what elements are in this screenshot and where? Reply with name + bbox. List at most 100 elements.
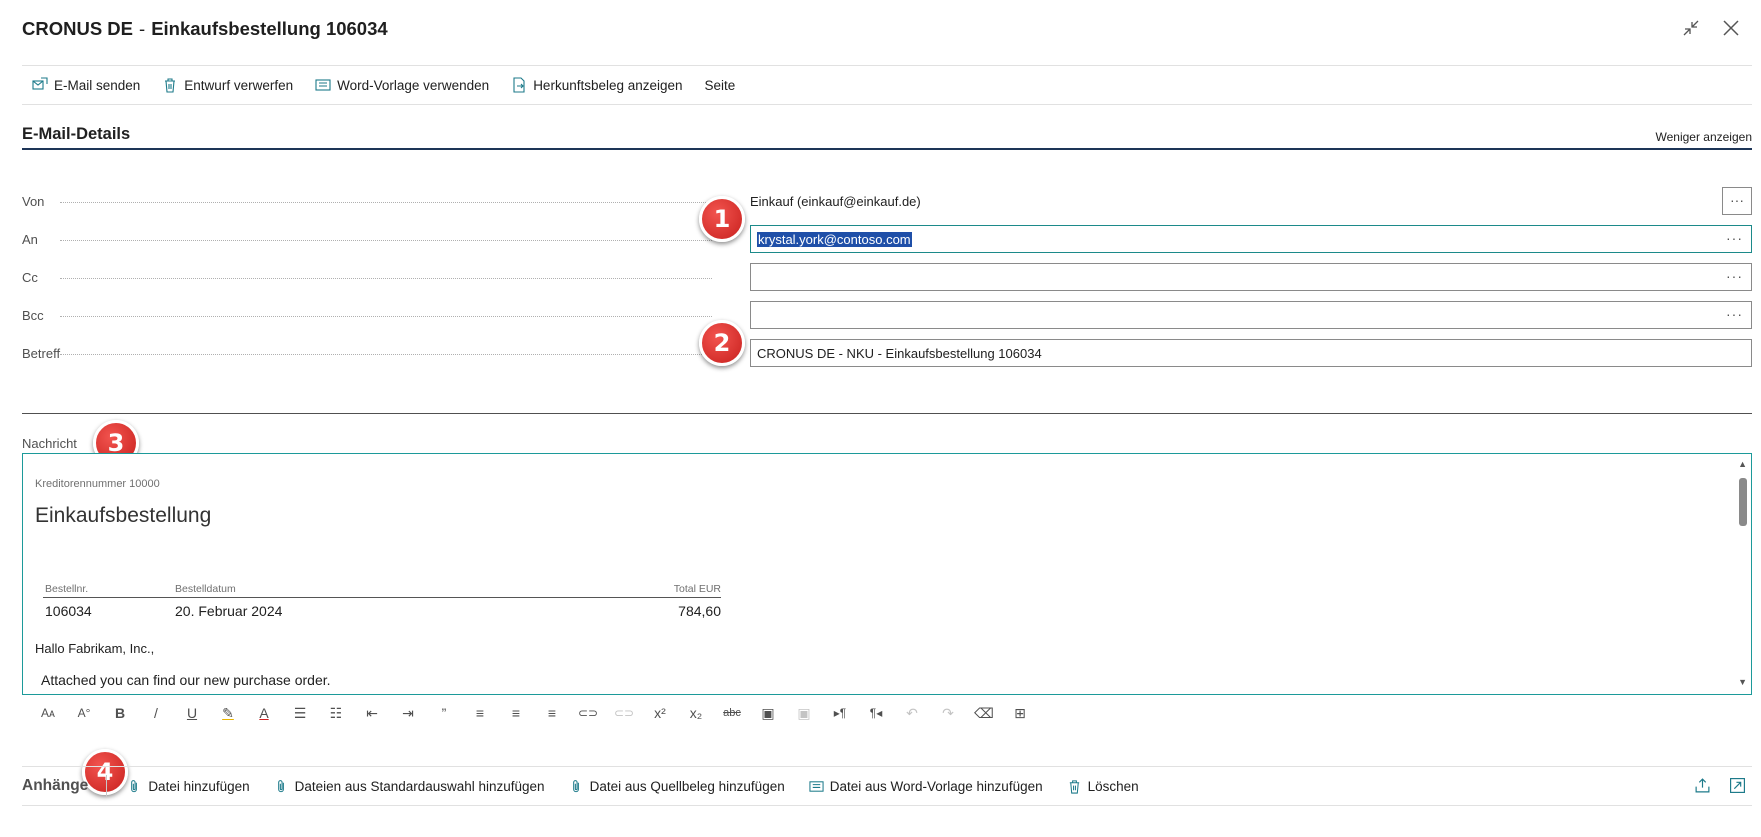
trash-icon (1069, 779, 1079, 794)
attachments-right-actions (1694, 777, 1746, 794)
attachments-title: Anhänge (22, 775, 108, 797)
insert-image-icon[interactable]: ▣ (750, 702, 786, 724)
show-less-link[interactable]: Weniger anzeigen (1655, 130, 1752, 144)
header-total: Total EUR (673, 583, 721, 595)
close-icon[interactable] (1720, 18, 1742, 40)
unlink-icon[interactable]: ⊂⊃ (606, 702, 642, 724)
add-file-button[interactable]: Datei hinzufügen (127, 778, 250, 794)
field-subject: Betreff CRONUS DE - NKU - Einkaufsbestel… (22, 339, 1752, 369)
align-center-icon[interactable]: ≡ (498, 702, 534, 724)
from-more-button[interactable]: ··· (1722, 187, 1752, 215)
use-word-template-button[interactable]: Word-Vorlage verwenden (315, 77, 489, 93)
add-word-template-file-button[interactable]: Datei aus Word-Vorlage hinzufügen (809, 779, 1043, 794)
numbered-list-icon[interactable]: ☷ (318, 702, 354, 724)
underline-icon[interactable]: U (174, 702, 210, 724)
subject-input[interactable]: CRONUS DE - NKU - Einkaufsbestellung 106… (750, 339, 1752, 367)
message-greeting: Hallo Fabrikam, Inc., (35, 641, 155, 656)
strikethrough-icon[interactable]: abc (714, 702, 750, 724)
send-mail-button[interactable]: E-Mail senden (32, 77, 140, 93)
message-label: Nachricht (22, 436, 77, 451)
cc-label: Cc (22, 270, 38, 285)
page-menu-button[interactable]: Seite (705, 78, 736, 93)
highlight-icon[interactable]: ✎ (210, 702, 246, 724)
title-bar: CRONUS DE - Einkaufsbestellung 106034 (22, 16, 1742, 50)
superscript-icon[interactable]: x² (642, 702, 678, 724)
cell-order-date: 20. Februar 2024 (175, 603, 283, 619)
align-right-icon[interactable]: ≡ (534, 702, 570, 724)
add-default-files-label: Dateien aus Standardauswahl hinzufügen (294, 778, 545, 794)
add-default-files-button[interactable]: Dateien aus Standardauswahl hinzufügen (274, 779, 545, 794)
delete-attachment-button[interactable]: Löschen (1067, 779, 1139, 794)
share-icon[interactable] (1694, 777, 1711, 794)
font-color-swatch-icon[interactable]: A° (66, 702, 102, 724)
to-value: krystal.york@contoso.com (757, 232, 912, 247)
table-icon[interactable]: ⊞ (1002, 702, 1038, 724)
add-file-label: Datei hinzufügen (148, 778, 250, 794)
bullet-list-icon[interactable]: ☰ (282, 702, 318, 724)
subject-value: CRONUS DE - NKU - Einkaufsbestellung 106… (757, 346, 1042, 361)
email-details-title: E-Mail-Details (22, 125, 131, 143)
vendor-number: Kreditorennummer 10000 (35, 478, 160, 490)
callout-badge-1: 1 (699, 196, 745, 242)
callout-badge-2: 2 (699, 320, 745, 366)
redo-icon[interactable]: ↷ (930, 702, 966, 724)
field-cc: Cc ··· (22, 263, 1752, 293)
order-table-header: Bestellnr. Bestelldatum Total EUR (43, 582, 721, 598)
font-size-icon[interactable]: Aᴀ (30, 702, 66, 724)
clear-format-icon[interactable]: ⌫ (966, 702, 1002, 724)
quote-icon[interactable]: ” (426, 702, 462, 724)
page-menu-label: Seite (704, 77, 736, 93)
bcc-label: Bcc (22, 308, 44, 323)
ltr-icon[interactable]: ▸¶ (822, 702, 858, 724)
table-row: 106034 20. Februar 2024 784,60 (43, 598, 721, 622)
rtl-icon[interactable]: ¶◂ (858, 702, 894, 724)
field-bcc: Bcc ··· (22, 301, 1752, 331)
from-leader (60, 202, 712, 203)
add-source-file-button[interactable]: Datei aus Quellbeleg hinzufügen (569, 779, 785, 794)
subject-leader (60, 354, 712, 355)
bold-icon[interactable]: B (102, 702, 138, 724)
cc-input[interactable]: ··· (750, 263, 1752, 291)
to-label: An (22, 232, 38, 247)
page-title: CRONUS DE - Einkaufsbestellung 106034 (22, 18, 388, 40)
discard-draft-button[interactable]: Entwurf verwerfen (162, 77, 293, 93)
bcc-input[interactable]: ··· (750, 301, 1752, 329)
word-template-icon (315, 79, 331, 91)
from-value: Einkauf (einkauf@einkauf.de) (750, 194, 921, 209)
message-heading: Einkaufsbestellung (35, 504, 212, 527)
scroll-up-icon[interactable]: ▲ (1738, 459, 1747, 469)
use-word-template-label: Word-Vorlage verwenden (337, 77, 490, 93)
indent-icon[interactable]: ⇥ (390, 702, 426, 724)
cc-more-button[interactable]: ··· (1726, 268, 1743, 284)
italic-icon[interactable]: / (138, 702, 174, 724)
scroll-thumb[interactable] (1739, 478, 1747, 526)
field-from: Von Einkauf (einkauf@einkauf.de) ··· (22, 187, 1752, 217)
expand-icon[interactable] (1729, 777, 1746, 794)
align-left-icon[interactable]: ≡ (462, 702, 498, 724)
send-mail-label: E-Mail senden (54, 77, 141, 93)
outdent-icon[interactable]: ⇤ (354, 702, 390, 724)
cell-order-no: 106034 (45, 603, 92, 619)
bcc-more-button[interactable]: ··· (1726, 306, 1743, 322)
document-title: Einkaufsbestellung 106034 (151, 18, 388, 39)
email-details-header: E-Mail-Details Weniger anzeigen (22, 122, 1752, 150)
link-icon[interactable]: ⊂⊃ (570, 702, 606, 724)
message-body: Attached you can find our new purchase o… (41, 672, 331, 688)
show-source-document-label: Herkunftsbeleg anzeigen (533, 77, 683, 93)
subscript-icon[interactable]: x₂ (678, 702, 714, 724)
action-bar: E-Mail senden Entwurf verwerfen Word-Vor… (22, 65, 1752, 105)
text-color-icon[interactable]: A (246, 702, 282, 724)
window-controls (1680, 18, 1742, 40)
scroll-down-icon[interactable]: ▼ (1738, 677, 1747, 687)
to-input[interactable]: krystal.york@contoso.com ··· (750, 225, 1752, 253)
attachments-bar: Anhänge Datei hinzufügen Dateien aus Sta… (22, 766, 1752, 806)
undo-icon[interactable]: ↶ (894, 702, 930, 724)
editor-scrollbar[interactable]: ▲ ▼ (1735, 454, 1751, 694)
to-more-button[interactable]: ··· (1726, 230, 1743, 246)
message-editor[interactable]: Kreditorennummer 10000 Einkaufsbestellun… (22, 453, 1752, 695)
edit-image-icon[interactable]: ▣ (786, 702, 822, 724)
show-source-document-button[interactable]: Herkunftsbeleg anzeigen (511, 77, 683, 93)
collapse-icon[interactable] (1680, 18, 1702, 40)
paperclip-icon (572, 779, 579, 792)
trash-icon (165, 78, 176, 93)
